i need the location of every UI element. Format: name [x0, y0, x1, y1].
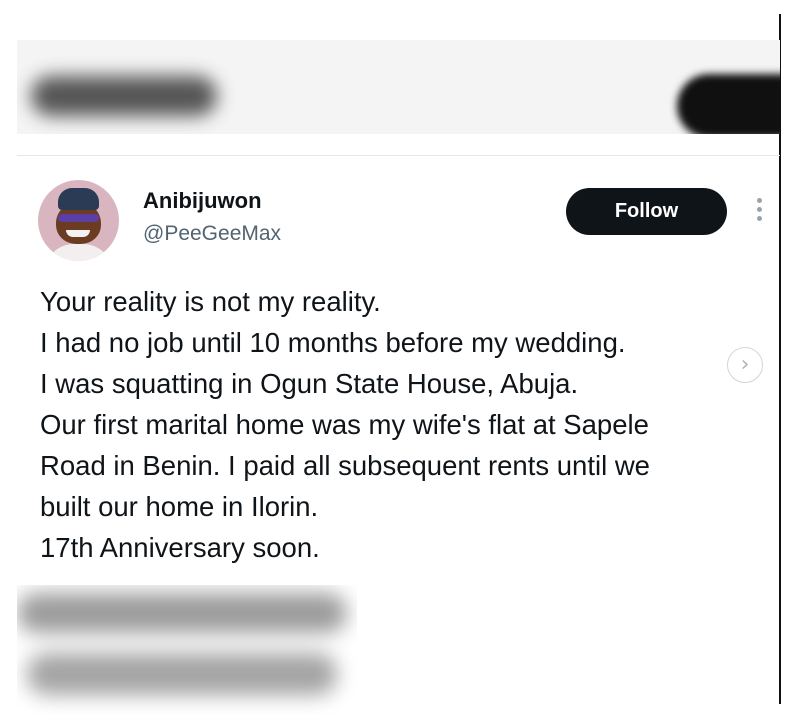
tweet-line: built our home in Ilorin.	[40, 491, 319, 522]
blurred-text-line	[17, 593, 347, 633]
blurred-text-line	[27, 653, 337, 695]
blurred-name	[31, 76, 217, 116]
blurred-button	[677, 74, 780, 134]
tweet-line: I had no job until 10 months before my w…	[40, 327, 626, 358]
more-vertical-icon[interactable]	[752, 198, 766, 228]
avatar-glasses	[58, 214, 99, 222]
tweet-text: Your reality is not my reality. I had no…	[40, 281, 780, 568]
tweet-line: 17th Anniversary soon.	[40, 532, 320, 563]
tweet-line: I was squatting in Ogun State House, Abu…	[40, 368, 579, 399]
follow-button[interactable]: Follow	[566, 188, 727, 235]
avatar-smile	[66, 230, 90, 237]
display-name[interactable]: Anibijuwon	[143, 188, 262, 214]
user-handle[interactable]: @PeeGeeMax	[143, 222, 281, 246]
tweet-line: Your reality is not my reality.	[40, 286, 381, 317]
avatar-cap	[58, 188, 99, 210]
avatar-shirt	[44, 244, 113, 261]
avatar[interactable]	[38, 180, 119, 261]
divider	[17, 155, 780, 156]
blurred-header	[17, 40, 780, 134]
tweet-line: Road in Benin. I paid all subsequent ren…	[40, 450, 650, 481]
tweet-line: Our first marital home was my wife's fla…	[40, 409, 649, 440]
blurred-footer	[17, 585, 357, 715]
